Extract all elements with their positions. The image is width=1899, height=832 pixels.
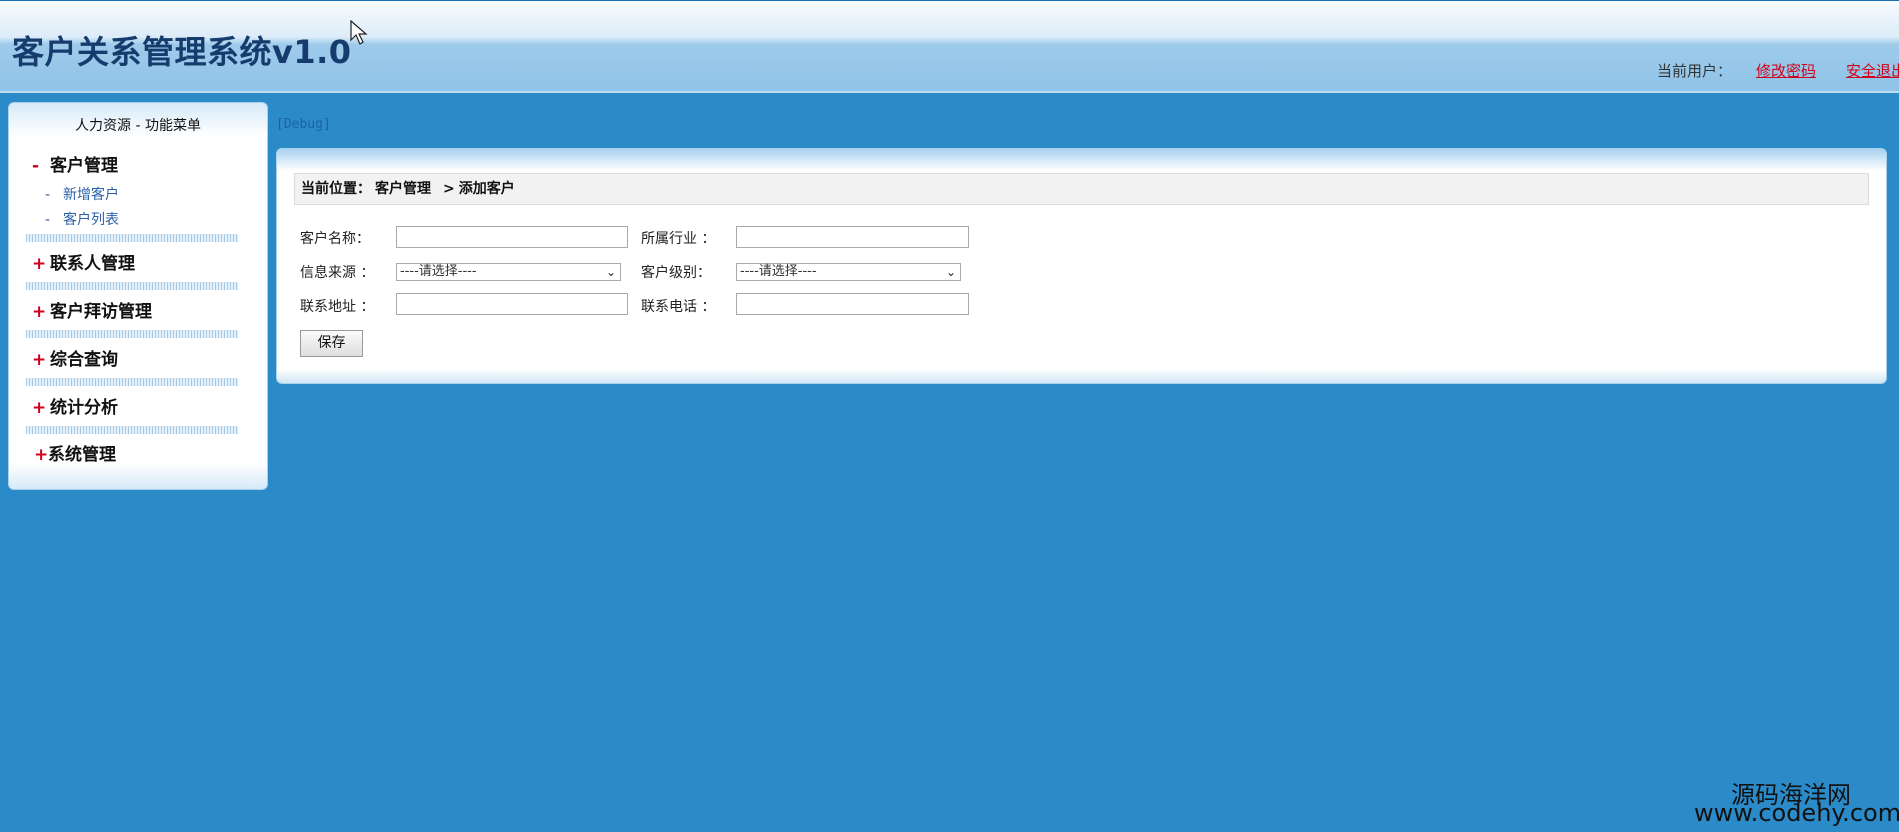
sidebar-item-customer-list[interactable]: - 客户列表 [45, 209, 119, 229]
change-password-link[interactable]: 修改密码 [1756, 60, 1816, 81]
phone-label: 联系电话 ： [641, 299, 716, 315]
breadcrumb-separator: > [443, 181, 455, 197]
chevron-down-icon: ⌄ [605, 265, 616, 279]
save-button[interactable]: 保存 [300, 330, 363, 357]
expand-icon: + [32, 254, 47, 274]
menu-group-label: 客户拜访管理 [50, 302, 152, 322]
menu-group-statistics[interactable]: + 统计分析 [32, 393, 118, 418]
customer-level-label: 客户级别： [641, 265, 711, 281]
watermark-url: www.codehy.com [1694, 799, 1899, 827]
info-source-label: 信息来源 ： [300, 265, 375, 281]
menu-divider [26, 234, 238, 242]
menu-group-contacts[interactable]: + 联系人管理 [32, 249, 135, 274]
menu-divider [26, 282, 238, 290]
breadcrumb-page: 添加客户 [458, 181, 515, 197]
logout-link[interactable]: 安全退出 [1846, 60, 1899, 81]
info-source-value: ----请选择---- [400, 264, 477, 279]
app-title: 客户关系管理系统v1.0 [12, 33, 352, 71]
current-user-label: 当前用户： [1657, 62, 1733, 80]
breadcrumb: 当前位置： 客户管理 > 添加客户 [294, 173, 1869, 205]
customer-name-label: 客户名称： [300, 231, 370, 247]
sidebar-item-label: 新增客户 [63, 187, 119, 203]
collapse-icon: - [32, 156, 40, 176]
customer-level-select[interactable]: ----请选择---- ⌄ [736, 263, 961, 281]
menu-group-system[interactable]: +系统管理 [34, 440, 116, 465]
menu-group-visits[interactable]: + 客户拜访管理 [32, 297, 152, 322]
phone-input[interactable] [736, 293, 969, 315]
industry-input[interactable] [736, 226, 969, 248]
menu-group-label: 统计分析 [50, 398, 118, 418]
address-input[interactable] [396, 293, 628, 315]
info-source-select[interactable]: ----请选择---- ⌄ [396, 263, 621, 281]
menu-group-label: 联系人管理 [50, 254, 135, 274]
sidebar-title: 人力资源 - 功能菜单 [75, 118, 201, 134]
mouse-cursor-icon [350, 20, 368, 45]
customer-name-input[interactable] [396, 226, 628, 248]
menu-divider [26, 330, 238, 338]
chevron-down-icon: ⌄ [945, 265, 956, 279]
menu-group-label: 客户管理 [50, 156, 118, 176]
debug-link[interactable]: [Debug] [276, 117, 331, 132]
menu-group-label: 综合查询 [50, 350, 118, 370]
breadcrumb-section: 客户管理 [375, 181, 431, 197]
header-bar: 客户关系管理系统v1.0 [0, 0, 1899, 93]
customer-level-value: ----请选择---- [740, 264, 817, 279]
menu-group-customer[interactable]: - 客户管理 [32, 151, 118, 176]
sidebar-item-add-customer[interactable]: - 新增客户 [45, 184, 119, 204]
industry-label: 所属行业 ： [641, 231, 716, 247]
menu-group-query[interactable]: + 综合查询 [32, 345, 118, 370]
expand-icon: + [32, 302, 47, 322]
address-label: 联系地址 ： [300, 299, 375, 315]
menu-divider [26, 378, 238, 386]
expand-icon: + [34, 445, 49, 465]
menu-divider [26, 426, 238, 434]
sidebar-item-label: 客户列表 [63, 212, 119, 228]
expand-icon: + [32, 398, 47, 418]
expand-icon: + [32, 350, 47, 370]
breadcrumb-label: 当前位置： [301, 181, 371, 197]
menu-group-label: 系统管理 [48, 445, 116, 465]
